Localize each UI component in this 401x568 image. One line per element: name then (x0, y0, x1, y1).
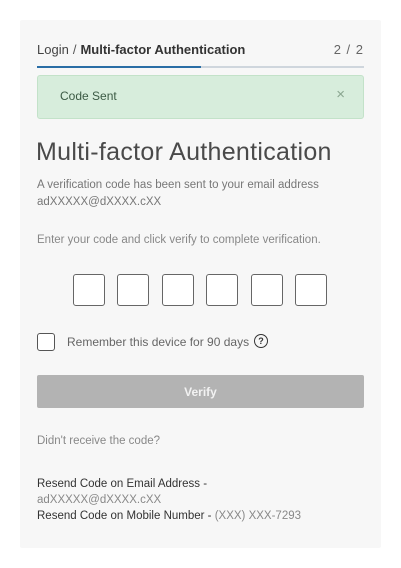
code-digit-5[interactable] (251, 274, 283, 306)
breadcrumb: Login / Multi-factor Authentication (37, 42, 245, 57)
breadcrumb-separator: / (72, 42, 77, 57)
header: Login / Multi-factor Authentication 2 / 2 (37, 42, 364, 62)
code-digit-2[interactable] (117, 274, 149, 306)
mfa-card: Login / Multi-factor Authentication 2 / 2 … (20, 20, 381, 548)
resend-options: Resend Code on Email Address - adXXXXX@d… (37, 476, 367, 524)
code-sent-alert: Code Sent × (37, 75, 364, 119)
resend-mobile-link[interactable]: Resend Code on Mobile Number - (37, 510, 212, 522)
remember-device-label[interactable]: Remember this device for 90 days (67, 335, 249, 349)
no-code-prompt: Didn't receive the code? (37, 435, 161, 447)
resend-email-link[interactable]: Resend Code on Email Address - (37, 476, 367, 492)
breadcrumb-login[interactable]: Login (37, 42, 69, 57)
resend-mobile-row: Resend Code on Mobile Number - (XXX) XXX… (37, 508, 367, 524)
alert-message: Code Sent (60, 89, 117, 103)
code-digit-1[interactable] (73, 274, 105, 306)
code-digit-6[interactable] (295, 274, 327, 306)
code-digit-3[interactable] (162, 274, 194, 306)
masked-email: adXXXXX@dXXXX.cXX (37, 196, 162, 208)
instruction-text: Enter your code and click verify to comp… (37, 234, 321, 246)
close-icon[interactable]: × (336, 87, 345, 102)
verification-description: A verification code has been sent to you… (37, 177, 367, 211)
resend-email-value: adXXXXX@dXXXX.cXX (37, 494, 162, 506)
progress-bar-fill (37, 66, 201, 68)
step-indicator: 2 / 2 (333, 42, 364, 57)
resend-mobile-value: (XXX) XXX-7293 (214, 510, 302, 522)
code-digit-4[interactable] (206, 274, 238, 306)
help-icon[interactable]: ? (254, 334, 268, 348)
progress-bar (37, 66, 364, 68)
breadcrumb-current: Multi-factor Authentication (80, 42, 246, 57)
page-title: Multi-factor Authentication (36, 138, 332, 166)
remember-device-checkbox[interactable] (37, 333, 55, 351)
description-text: A verification code has been sent to you… (37, 179, 319, 191)
verify-button[interactable]: Verify (37, 375, 364, 408)
